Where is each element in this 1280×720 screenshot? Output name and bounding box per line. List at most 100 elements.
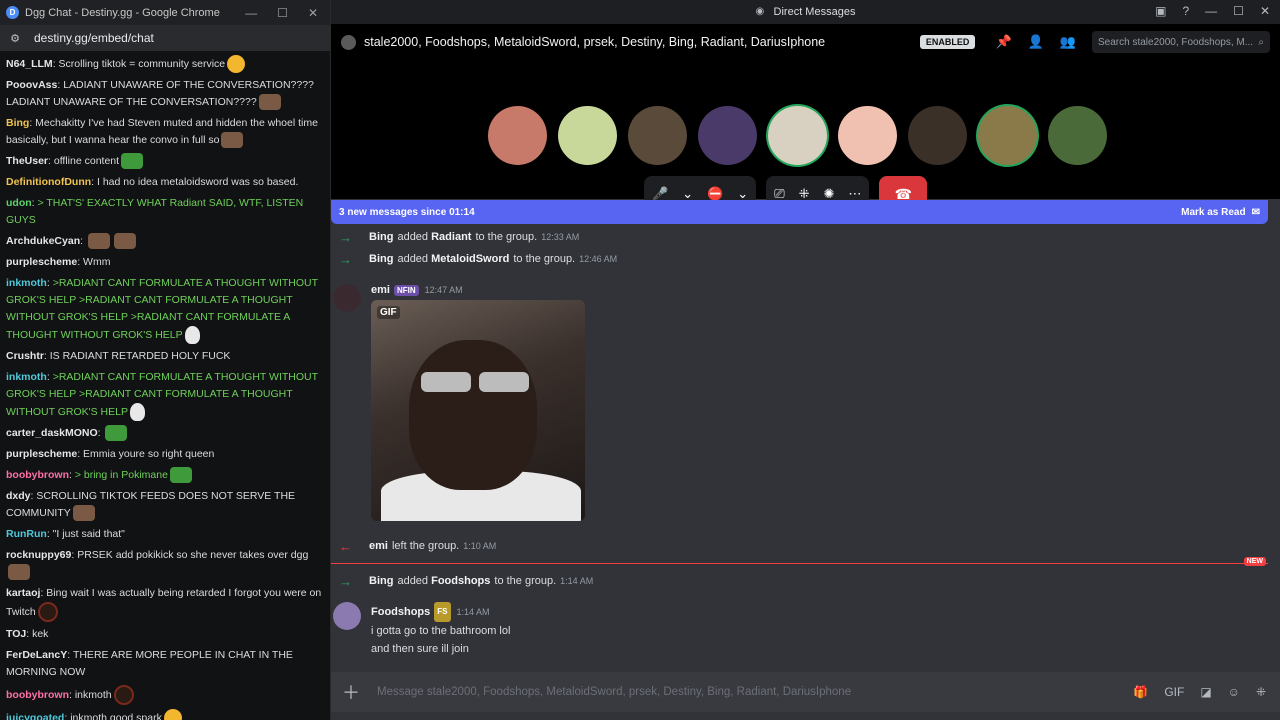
face-emote-icon xyxy=(221,132,244,149)
new-badge: NEW xyxy=(1243,557,1266,566)
channel-header: stale2000, Foodshops, MetaloidSword, prs… xyxy=(331,24,1280,60)
chat-username[interactable]: purplescheme xyxy=(6,448,77,460)
dark-emote-icon xyxy=(113,685,134,705)
gif-label: GIF xyxy=(377,306,400,319)
chat-text: I had no idea metaloidsword was so based… xyxy=(97,176,299,188)
system-message: → Bing added Foodshops to the group. 1:1… xyxy=(339,573,594,589)
chat-message: TheUser: offline content xyxy=(6,153,324,170)
inbox-icon[interactable]: ▣ xyxy=(1155,4,1166,18)
chat-message: Crushtr: IS RADIANT RETARDED HOLY FUCK xyxy=(6,350,231,362)
chat-username[interactable]: Bing xyxy=(6,117,29,129)
chat-username[interactable]: DefinitionofDunn xyxy=(6,176,91,188)
chat-username[interactable]: FerDeLancY xyxy=(6,649,67,661)
chat-message: juicygoated: inkmoth good spark xyxy=(6,709,324,720)
screen: D Dgg Chat - Destiny.gg - Google Chrome … xyxy=(0,0,1280,720)
sticker-icon[interactable]: ◪ xyxy=(1200,685,1211,699)
call-participants xyxy=(488,106,1107,165)
gift-icon[interactable]: 🎁 xyxy=(1133,685,1148,699)
participant-avatar[interactable] xyxy=(768,106,827,165)
chat-text: PRSEK add pokikick so she never takes ov… xyxy=(77,549,309,561)
participant-avatar[interactable] xyxy=(978,106,1037,165)
avatar[interactable] xyxy=(333,602,361,630)
chat-username[interactable]: ArchdukeCyan xyxy=(6,235,80,247)
help-icon[interactable]: ? xyxy=(1182,4,1189,18)
chat-username[interactable]: udon xyxy=(6,197,32,209)
chat-text: > bring in Pokimane xyxy=(74,469,168,481)
face-emote-icon xyxy=(72,505,95,522)
close-button[interactable]: ✕ xyxy=(1260,4,1270,18)
pin-icon[interactable]: 📌 xyxy=(995,34,1011,50)
chat-text: Wmm xyxy=(83,256,111,268)
chat-message: inkmoth: >RADIANT CANT FORMULATE A THOUG… xyxy=(6,369,324,421)
apps-icon[interactable]: ⁜ xyxy=(1256,685,1266,699)
attach-plus-icon[interactable]: ＋ xyxy=(339,679,363,705)
gif-icon[interactable]: GIF xyxy=(1164,685,1184,699)
chat-username[interactable]: inkmoth xyxy=(6,277,47,289)
avatar[interactable] xyxy=(333,284,361,312)
skull-emote-icon xyxy=(184,326,200,344)
new-divider: NEW xyxy=(331,557,1268,566)
url-text: destiny.gg/embed/chat xyxy=(34,31,154,45)
chat-text: offline content xyxy=(53,155,120,167)
address-bar[interactable]: ⚙ destiny.gg/embed/chat xyxy=(0,25,330,51)
chat-message: purplescheme: Emmia youre so right queen xyxy=(6,448,215,460)
participant-avatar[interactable] xyxy=(628,106,687,165)
message-composer[interactable]: ＋ Message stale2000, Foodshops, Metaloid… xyxy=(331,672,1280,712)
chat-text: IS RADIANT RETARDED HOLY FUCK xyxy=(49,350,231,362)
maximize-button[interactable]: ☐ xyxy=(1233,4,1244,18)
face-emote-icon xyxy=(258,94,281,111)
system-message: → Bing added MetaloidSword to the group.… xyxy=(339,251,618,267)
join-arrow-icon: → xyxy=(339,573,352,589)
chat-username[interactable]: purplescheme xyxy=(6,256,77,268)
mark-as-read-button[interactable]: Mark as Read ✉ xyxy=(1181,207,1260,218)
chat-username[interactable]: RunRun xyxy=(6,528,47,540)
members-icon[interactable]: 👥 xyxy=(1060,34,1076,50)
emoji-icon[interactable]: ☺ xyxy=(1228,685,1240,699)
participant-avatar[interactable] xyxy=(698,106,757,165)
chat-messages: N64_LLM: Scrolling tiktok = community se… xyxy=(0,51,330,720)
chat-username[interactable]: juicygoated xyxy=(6,712,64,720)
participant-avatar[interactable] xyxy=(838,106,897,165)
chat-text: >RADIANT CANT FORMULATE A THOUGHT WITHOU… xyxy=(6,371,318,418)
chat-username[interactable]: N64_LLM xyxy=(6,58,53,70)
chat-message: rocknuppy69: PRSEK add pokikick so she n… xyxy=(6,547,324,581)
chat-username[interactable]: boobybrown xyxy=(6,469,69,481)
chat-username[interactable]: kartaoj xyxy=(6,587,40,599)
add-friends-icon[interactable]: 👤 xyxy=(1028,34,1044,50)
chat-text: Scrolling tiktok = community service xyxy=(58,57,226,70)
maximize-button[interactable]: ☐ xyxy=(277,6,288,20)
chat-text: > THAT'S' EXACTLY WHAT Radiant SAID, WTF… xyxy=(6,197,304,226)
minimize-button[interactable]: — xyxy=(1205,4,1217,18)
gif-attachment[interactable]: GIF xyxy=(371,300,585,521)
chat-message: inkmoth: >RADIANT CANT FORMULATE A THOUG… xyxy=(6,275,324,344)
face-emote-icon xyxy=(8,564,30,581)
chat-text: inkmoth xyxy=(74,688,112,701)
chrome-window: D Dgg Chat - Destiny.gg - Google Chrome … xyxy=(0,0,331,720)
chat-message: udon: > THAT'S' EXACTLY WHAT Radiant SAI… xyxy=(6,197,304,226)
message-emi: emi NFIN 12:47 AM GIF xyxy=(331,284,1280,521)
new-messages-bar[interactable]: 3 new messages since 01:14 Mark as Read … xyxy=(331,200,1268,224)
chat-username[interactable]: TOJ xyxy=(6,628,26,640)
chat-username[interactable]: PooovAss xyxy=(6,79,57,91)
dgg-logo-icon: D xyxy=(6,6,19,19)
chat-username[interactable]: carter_daskMONO xyxy=(6,427,98,439)
message-input[interactable]: Message stale2000, Foodshops, MetaloidSw… xyxy=(377,686,1133,698)
chat-username[interactable]: dxdy xyxy=(6,490,31,502)
participant-avatar[interactable] xyxy=(908,106,967,165)
search-input[interactable]: Search stale2000, Foodshops, M... ⌕ xyxy=(1092,31,1270,53)
minimize-button[interactable]: — xyxy=(245,6,257,20)
chat-message: purplescheme: Wmm xyxy=(6,256,111,268)
close-button[interactable]: ✕ xyxy=(308,6,318,20)
participant-avatar[interactable] xyxy=(558,106,617,165)
chat-username[interactable]: rocknuppy69 xyxy=(6,549,71,561)
chat-message: PooovAss: LADIANT UNAWARE OF THE CONVERS… xyxy=(6,77,324,111)
chat-username[interactable]: Crushtr xyxy=(6,350,44,362)
chat-username[interactable]: TheUser xyxy=(6,155,48,167)
chat-username[interactable]: inkmoth xyxy=(6,371,47,383)
participant-avatar[interactable] xyxy=(1048,106,1107,165)
chat-message: FerDeLancY: THERE ARE MORE PEOPLE IN CHA… xyxy=(6,649,293,678)
site-settings-icon[interactable]: ⚙ xyxy=(8,31,22,45)
chat-message: ArchdukeCyan: xyxy=(6,233,324,250)
participant-avatar[interactable] xyxy=(488,106,547,165)
chat-username[interactable]: boobybrown xyxy=(6,689,69,701)
